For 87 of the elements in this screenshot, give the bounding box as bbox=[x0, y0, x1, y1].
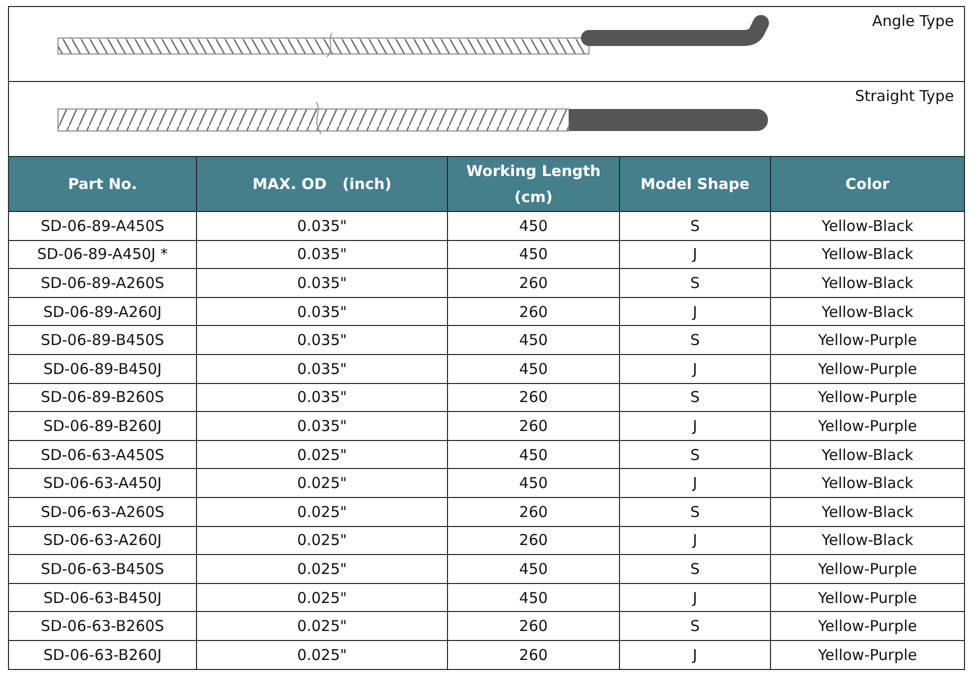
table-cell: SD-06-89-A260J bbox=[8, 297, 196, 326]
table-cell: SD-06-63-A260J bbox=[8, 526, 196, 555]
table-cell: 450 bbox=[448, 554, 620, 584]
table-cell: J bbox=[620, 526, 770, 555]
table-cell: S bbox=[620, 440, 770, 469]
table-cell: 0.035" bbox=[196, 268, 448, 298]
table-cell: J bbox=[620, 240, 770, 269]
table-cell: Yellow-Purple bbox=[770, 412, 964, 440]
table-cell: 260 bbox=[448, 268, 620, 298]
table-cell: S bbox=[620, 326, 770, 354]
table-cell: SD-06-63-B450S bbox=[8, 554, 196, 584]
table-cell: Yellow-Purple bbox=[770, 583, 964, 612]
table-cell: 260 bbox=[448, 640, 620, 669]
table-cell: 0.025" bbox=[196, 612, 448, 640]
column-header: Part No. bbox=[8, 156, 196, 212]
table-cell: 260 bbox=[448, 526, 620, 555]
table-cell: 450 bbox=[448, 326, 620, 354]
type-label: Angle Type bbox=[872, 12, 954, 30]
table-cell: Yellow-Purple bbox=[770, 640, 964, 669]
table-cell: J bbox=[620, 640, 770, 669]
table-cell: 0.025" bbox=[196, 640, 448, 669]
table-cell: 260 bbox=[448, 412, 620, 440]
table-cell: Yellow-Black bbox=[770, 268, 964, 298]
table-cell: 450 bbox=[448, 240, 620, 269]
table-cell: 0.035" bbox=[196, 212, 448, 240]
table-cell: 0.025" bbox=[196, 554, 448, 584]
type-label: Straight Type bbox=[854, 87, 954, 105]
table-cell: 0.035" bbox=[196, 412, 448, 440]
table-cell: SD-06-89-B450J bbox=[8, 354, 196, 384]
table-cell: 0.035" bbox=[196, 297, 448, 326]
table-cell: Yellow-Purple bbox=[770, 612, 964, 640]
table-cell: Yellow-Black bbox=[770, 440, 964, 469]
table-cell: SD-06-89-B260S bbox=[8, 383, 196, 412]
table-cell: 450 bbox=[448, 583, 620, 612]
column-header: Model Shape bbox=[620, 156, 770, 212]
table-cell: Yellow-Black bbox=[770, 497, 964, 526]
column-header: Color bbox=[770, 156, 964, 212]
column-header: MAX. OD (inch) bbox=[196, 156, 448, 212]
table-cell: J bbox=[620, 297, 770, 326]
table-cell: SD-06-89-A260S bbox=[8, 268, 196, 298]
table-cell: 260 bbox=[448, 612, 620, 640]
table-cell: Yellow-Purple bbox=[770, 554, 964, 584]
table-cell: 450 bbox=[448, 440, 620, 469]
table-cell: 260 bbox=[448, 297, 620, 326]
table-cell: 260 bbox=[448, 383, 620, 412]
table-cell: SD-06-89-A450S bbox=[8, 212, 196, 240]
table-cell: Yellow-Black bbox=[770, 468, 964, 498]
table-cell: Yellow-Black bbox=[770, 526, 964, 555]
table-cell: Yellow-Purple bbox=[770, 383, 964, 412]
table-cell: 0.035" bbox=[196, 354, 448, 384]
table-cell: S bbox=[620, 497, 770, 526]
table-cell: 450 bbox=[448, 212, 620, 240]
table-cell: Yellow-Black bbox=[770, 297, 964, 326]
table-cell: 0.025" bbox=[196, 497, 448, 526]
table-cell: 450 bbox=[448, 354, 620, 384]
table-cell: Yellow-Black bbox=[770, 212, 964, 240]
table-cell: SD-06-63-A450J bbox=[8, 468, 196, 498]
table-cell: SD-06-89-B450S bbox=[8, 326, 196, 354]
table-cell: SD-06-89-A450J * bbox=[8, 240, 196, 269]
table-cell: SD-06-63-A450S bbox=[8, 440, 196, 469]
table-cell: 0.035" bbox=[196, 326, 448, 354]
table-cell: J bbox=[620, 468, 770, 498]
table-cell: Yellow-Black bbox=[770, 240, 964, 269]
table-cell: 0.025" bbox=[196, 583, 448, 612]
table-cell: J bbox=[620, 354, 770, 384]
table-cell: Yellow-Purple bbox=[770, 326, 964, 354]
table-cell: S bbox=[620, 268, 770, 298]
table-cell: 0.025" bbox=[196, 468, 448, 498]
table-cell: 450 bbox=[448, 468, 620, 498]
table-cell: SD-06-63-B260J bbox=[8, 640, 196, 669]
table-cell: 0.035" bbox=[196, 383, 448, 412]
table-cell: 0.035" bbox=[196, 240, 448, 269]
table-cell: SD-06-63-B260S bbox=[8, 612, 196, 640]
table-cell: J bbox=[620, 412, 770, 440]
table-cell: J bbox=[620, 583, 770, 612]
table-cell: S bbox=[620, 212, 770, 240]
table-cell: 0.025" bbox=[196, 526, 448, 555]
table-cell: S bbox=[620, 612, 770, 640]
table-cell: SD-06-89-B260J bbox=[8, 412, 196, 440]
table-cell: S bbox=[620, 383, 770, 412]
table-cell: Yellow-Purple bbox=[770, 354, 964, 384]
table-cell: SD-06-63-A260S bbox=[8, 497, 196, 526]
column-header: Working Length (cm) bbox=[448, 156, 620, 212]
table-cell: SD-06-63-B450J bbox=[8, 583, 196, 612]
table-cell: 0.025" bbox=[196, 440, 448, 469]
table-cell: S bbox=[620, 554, 770, 584]
table-cell: 260 bbox=[448, 497, 620, 526]
